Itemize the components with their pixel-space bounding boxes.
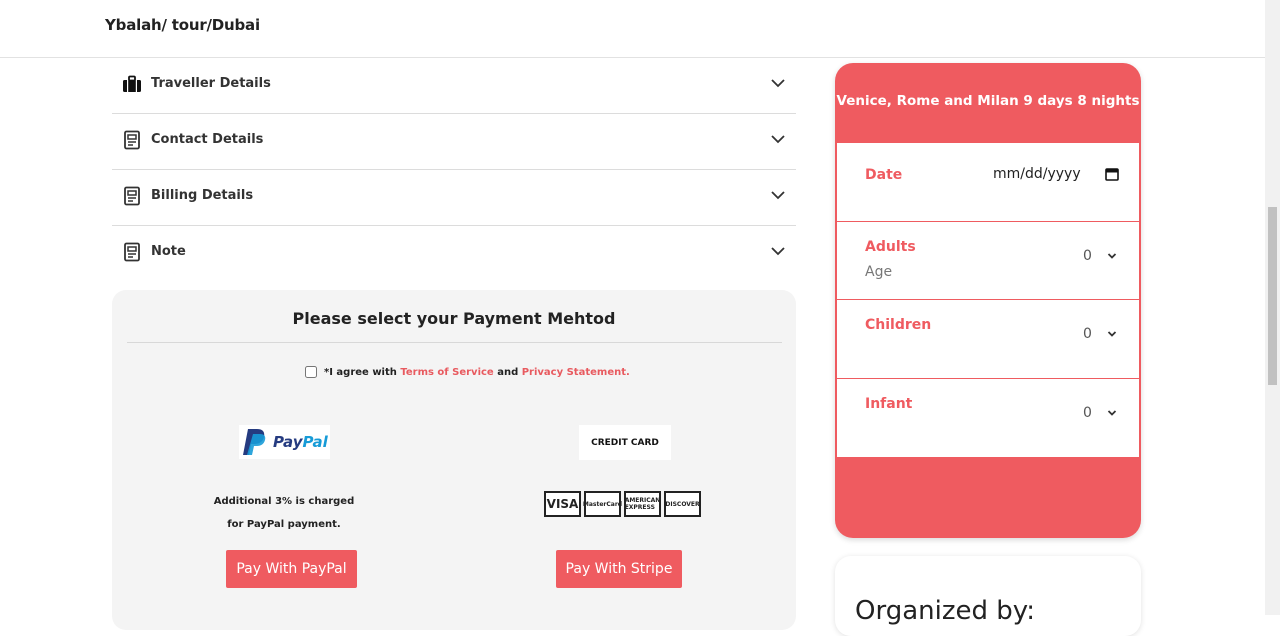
pay-with-stripe-button[interactable]: Pay With Stripe [556, 550, 682, 588]
adults-age-label: Age [865, 263, 893, 280]
date-row: Date mm/dd/yyyy [837, 143, 1139, 222]
discover-logo: DISCOVER [664, 491, 701, 517]
paypal-logo-pay: Pay [273, 433, 303, 451]
accordion-label: Contact Details [151, 132, 264, 147]
chevron-down-icon[interactable] [1107, 408, 1117, 418]
privacy-link[interactable]: Privacy Statement. [522, 367, 630, 378]
infant-label: Infant [865, 395, 913, 412]
chevron-down-icon[interactable] [770, 187, 786, 203]
paypal-logo-pal: Pal [302, 433, 328, 451]
agree-text: *I agree with [324, 366, 397, 378]
accordion-label: Billing Details [151, 188, 254, 203]
agree-checkbox[interactable] [305, 366, 317, 378]
paypal-note-line2: for PayPal payment. [227, 519, 341, 530]
adults-select[interactable]: 0 [1083, 248, 1092, 264]
paypal-logo: PayPal [239, 425, 330, 459]
infant-select[interactable]: 0 [1083, 405, 1092, 421]
checkout-accordion: Traveller Details Contact Details Billin… [112, 58, 796, 282]
page-scrollbar[interactable] [1265, 0, 1280, 615]
breadcrumb[interactable]: Ybalah/ tour/Dubai [105, 16, 260, 34]
pay-with-paypal-button[interactable]: Pay With PayPal [226, 550, 357, 588]
chevron-down-icon[interactable] [1107, 251, 1117, 261]
accordion-note[interactable]: Note [112, 226, 796, 282]
children-row: Children 0 [837, 300, 1139, 379]
booking-widget: Venice, Rome and Milan 9 days 8 nights D… [835, 63, 1141, 538]
date-input[interactable]: mm/dd/yyyy [993, 166, 1081, 182]
booking-form: Date mm/dd/yyyy Adults Age 0 Children 0 … [837, 143, 1139, 457]
accordion-contact-details[interactable]: Contact Details [112, 114, 796, 170]
accordion-label: Note [151, 244, 186, 259]
paypal-p-icon [243, 429, 266, 455]
visa-logo: VISA [544, 491, 581, 517]
divider [127, 342, 782, 343]
mastercard-logo: MasterCard [583, 491, 622, 517]
date-label: Date [865, 167, 903, 183]
amex-logo: AMERICAN EXPRESS [624, 491, 661, 517]
organizer-card: Organized by: [835, 556, 1141, 636]
paypal-note-line1: Additional 3% is charged [213, 496, 355, 507]
payment-title: Please select your Payment Mehtod [292, 309, 616, 328]
children-label: Children [865, 317, 932, 333]
calendar-icon[interactable] [1105, 167, 1119, 181]
card-logos: VISA MasterCard AMERICAN EXPRESS DISCOVE… [544, 491, 701, 517]
payment-method-panel: Please select your Payment Mehtod *I agr… [112, 290, 796, 630]
children-select[interactable]: 0 [1083, 326, 1092, 342]
accordion-billing-details[interactable]: Billing Details [112, 170, 796, 226]
suitcase-icon [123, 75, 141, 92]
chevron-down-icon[interactable] [770, 131, 786, 147]
tour-title: Venice, Rome and Milan 9 days 8 nights [836, 93, 1140, 109]
accordion-traveller-details[interactable]: Traveller Details [112, 58, 796, 114]
credit-card-label: CREDIT CARD [579, 425, 671, 460]
chevron-down-icon[interactable] [1107, 329, 1117, 339]
accordion-label: Traveller Details [151, 76, 271, 91]
document-icon [124, 130, 140, 150]
adults-label: Adults [865, 238, 916, 255]
chevron-down-icon[interactable] [770, 75, 786, 91]
document-icon [124, 242, 140, 262]
terms-link[interactable]: Terms of Service [400, 367, 493, 378]
adults-row: Adults Age 0 [837, 222, 1139, 300]
scrollbar-thumb[interactable] [1268, 207, 1277, 385]
document-icon [124, 186, 140, 206]
and-text: and [497, 366, 519, 378]
organizer-title: Organized by: [855, 596, 1036, 626]
terms-agreement: *I agree with Terms of Service and Priva… [305, 366, 630, 378]
infant-row: Infant 0 [837, 379, 1139, 458]
top-header: Ybalah/ tour/Dubai [0, 0, 1265, 58]
paypal-fee-note: Additional 3% is charged for PayPal paym… [192, 490, 376, 536]
chevron-down-icon[interactable] [770, 243, 786, 259]
